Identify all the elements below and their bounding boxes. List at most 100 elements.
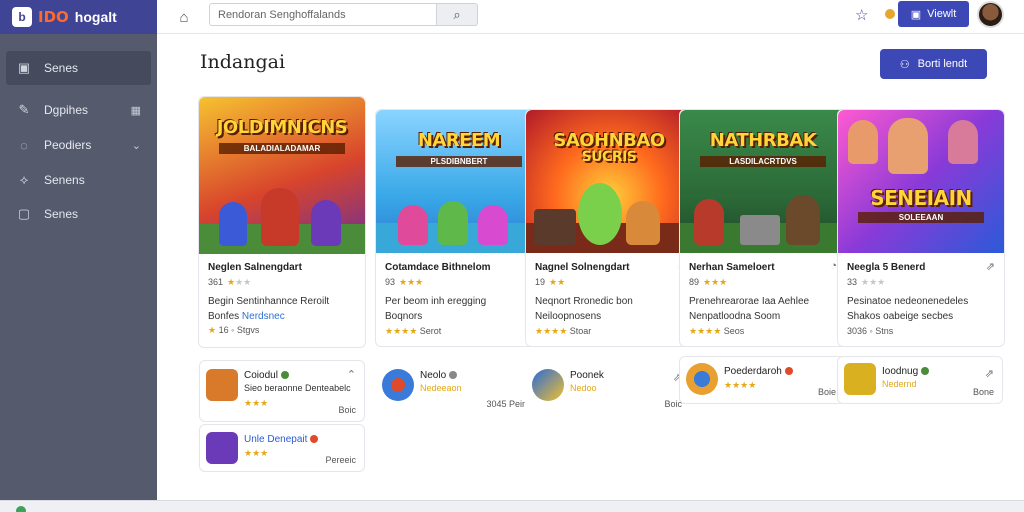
list-item[interactable]: Poederdaroh ★★★★ Boie [679,356,845,404]
item-meta: Bone [972,387,994,397]
art-hero [740,215,780,245]
art-hero [438,201,468,245]
game-description: Pesinatoe nedeonenedeles Shakos oabeige … [847,296,969,322]
item-name: Poederdaroh [724,366,793,377]
view-button[interactable]: ▣ Viewlt [898,1,969,27]
game-footer: 3036 ◦ Stns [847,326,894,336]
art-hero [578,183,622,245]
item-meta: Pereeic [325,455,356,465]
art-subtitle: LASDILACRTDVS [700,156,826,167]
search-icon: ⌕ [453,6,461,22]
home-icon[interactable]: ⌂ [175,8,193,26]
brand[interactable]: b IDO hogalt [0,0,157,34]
game-name: Nerhan Sameloert [689,262,775,273]
sidebar-item-label: Dgpihes [44,103,89,117]
game-thumbnail [382,369,414,401]
main-content: Indangai ⚇ Borti lendt JOLDIMNICNS BALAD… [157,34,1024,512]
chat-icon: ◌ [20,137,28,153]
item-name: Coiodul [244,370,289,381]
game-art: NAREEM PLSDIBNBERT [376,110,542,253]
rating: 89 ★★★ [689,277,728,287]
art-title: SENEIAIN [870,186,972,210]
item-rating: ★★★ [244,448,269,458]
game-description: Begin Sentinhannce Reroilt Bonfes Nerdsn… [208,296,330,322]
share-icon[interactable]: ⇗ [985,367,994,380]
art-hero [848,120,878,164]
avatar[interactable] [977,1,1004,28]
art-hero [888,118,928,174]
game-thumbnail [206,369,238,401]
game-thumbnail [532,369,564,401]
search-button[interactable]: ⌕ [437,3,478,26]
game-name: Nagnel Solnengdart [535,262,630,273]
share-icon[interactable]: ⇗ [986,260,995,273]
brand-logo-icon: b [12,7,32,27]
topbar: ⌂ Rendoran Senghoffalands ⌕ ☆ ▣ Viewlt [157,0,1024,34]
view-button-label: Viewlt [927,8,957,20]
search-input[interactable]: Rendoran Senghoffalands [209,3,437,26]
sidebar-item-5[interactable]: ▢ Senes [6,197,151,231]
game-footer: ★ 16 ◦ Stgvs [208,325,260,335]
item-rating: ★★★★ [724,380,757,390]
game-thumbnail [686,363,718,395]
game-card[interactable]: SAOHNBAO SUCRIS Nagnel Solnengdart ◔ 19★… [525,109,693,347]
tag-icon: ⟡ [19,172,29,187]
game-footer: ★★★★ Stoar [535,326,592,336]
list-item[interactable]: Poonek Nedoo Boic ⇗ [525,360,691,416]
star-icon[interactable]: ☆ [855,6,868,24]
item-subtitle: Nedoo [570,383,597,393]
sidebar-item-4[interactable]: ⟡ Senens [6,163,151,197]
game-card[interactable]: JOLDIMNICNS BALADIALADAMAR Neglen Salnen… [198,96,366,348]
item-rating: ★★★ [244,398,269,408]
art-hero [694,199,724,245]
art-hero [786,195,820,245]
game-description: Prenehrearorae Iaa Aehlee Nenpatloodna S… [689,296,810,322]
list-item[interactable]: Neolo Nedeeaon 3045 Peing [375,360,541,416]
sidebar-item-3[interactable]: ◌ Peodiers ⌄ [6,128,151,162]
bottom-strip [0,500,1024,512]
share-icon[interactable]: ⌃ [347,368,356,381]
game-card[interactable]: NATHRBAK LASDILACRTDVS Nerhan Sameloert … [679,109,847,347]
item-subtitle: Nedeeaon [420,383,462,393]
list-item[interactable]: Unle Denepait ★★★ Pereeic [199,424,365,472]
art-hero [626,201,660,245]
chevron-down-icon: ⌄ [131,139,141,152]
sidebar-item-1[interactable]: ▣ Senes [6,51,151,85]
item-subtitle: Sieo beraonne Denteabelc [244,383,351,393]
user-icon: ⚇ [899,58,910,71]
primary-button[interactable]: ⚇ Borti lendt [880,49,987,79]
art-title: SAOHNBAO [553,130,665,151]
brand-name: hogalt [74,9,117,25]
art-subtitle: PLSDIBNBERT [396,156,522,167]
sidebar-item-2[interactable]: ✎ Dgpihes ▦ [6,93,151,127]
item-meta: Boic [338,405,356,415]
art-subtitle: SUCRIS [581,149,637,165]
status-indicator-icon [16,506,26,512]
rating: 361 ★★★ [208,277,252,287]
share-icon[interactable]: ◔ [830,260,837,272]
art-hero [478,205,508,245]
sidebar-item-label: Senes [44,207,79,221]
game-art: JOLDIMNICNS BALADIALADAMAR [199,97,365,254]
art-title: JOLDIMNICNS [216,117,348,138]
game-art: SAOHNBAO SUCRIS [526,110,692,253]
coin-icon[interactable] [885,9,895,19]
art-hero [948,120,978,164]
rating: 33 ★★★ [847,277,886,287]
game-card[interactable]: NAREEM PLSDIBNBERT Cotamdace Bithnelom ◔… [375,109,543,347]
game-art: SENEIAIN SOLEEAAN [838,110,1004,253]
game-name: Neglen Salnengdart [208,262,302,273]
item-name: Neolo [420,370,458,381]
list-item[interactable]: Coiodul Sieo beraonne Denteabelc ★★★ Boi… [199,360,365,422]
game-name: Cotamdace Bithnelom [385,262,491,273]
game-name: Neegla 5 Benerd [847,262,926,273]
sidebar: b IDO hogalt ▣ Senes ✎ Dgpihes ▦ ◌ Peodi… [0,0,157,512]
game-thumbnail [844,363,876,395]
game-card[interactable]: SENEIAIN SOLEEAAN Neegla 5 Benerd ⇗ 33 ★★… [837,109,1005,347]
art-hero [261,188,299,246]
item-name: Unle Denepait [244,434,319,445]
art-title: NATHRBAK [709,130,817,151]
item-subtitle: Nedernd [882,379,917,389]
game-description: Per beom inh eregging Boqnors [385,296,487,322]
list-item[interactable]: Ioodnug Nedernd Bone ⇗ [837,356,1003,404]
